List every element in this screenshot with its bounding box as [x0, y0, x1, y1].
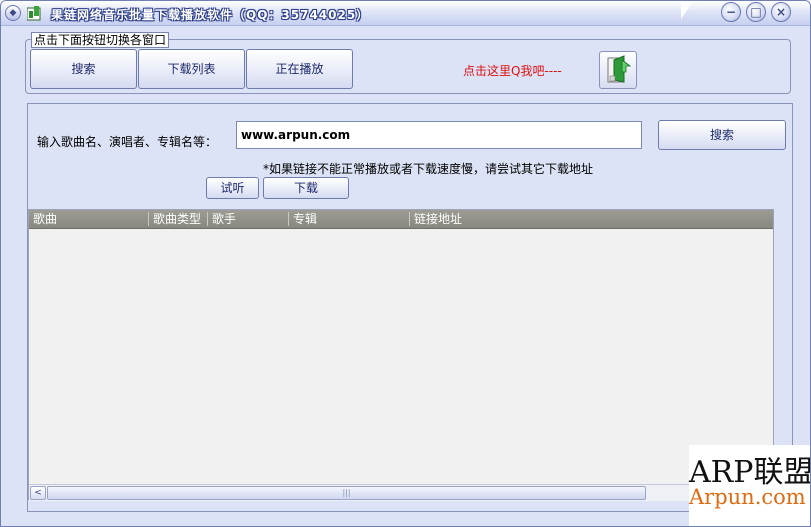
watermark: ARP联盟 Arpun.com	[689, 445, 810, 526]
column-separator[interactable]	[207, 212, 208, 226]
column-separator[interactable]	[148, 212, 149, 226]
tab-search-button[interactable]: 搜索	[30, 49, 137, 89]
horizontal-scrollbar[interactable]: < ||| >	[29, 484, 773, 501]
column-header-type[interactable]: 歌曲类型	[153, 211, 201, 227]
download-hint: *如果链接不能正常播放或者下载速度慢，请尝试其它下载地址	[263, 162, 594, 176]
column-separator[interactable]	[409, 212, 410, 226]
column-header-link[interactable]: 链接地址	[414, 211, 462, 227]
nav-group-caption: 点击下面按钮切换各窗口	[31, 32, 170, 48]
column-separator[interactable]	[288, 212, 289, 226]
results-table[interactable]: 歌曲 歌曲类型 歌手 专辑 链接地址 < ||| >	[28, 209, 774, 501]
title-notch	[681, 1, 693, 19]
system-menu-icon[interactable]: ◆	[5, 5, 21, 21]
maximize-button[interactable]: □	[746, 2, 766, 22]
tab-download-list-button[interactable]: 下载列表	[138, 49, 245, 89]
app-icon	[27, 6, 41, 21]
minimize-button[interactable]: −	[721, 2, 741, 22]
search-label: 输入歌曲名、演唱者、专辑名等：	[37, 135, 218, 149]
watermark-line2: Arpun.com	[689, 485, 806, 509]
window-title: 果链网络音乐批量下载播放软件（QQ：35744025）	[51, 8, 370, 22]
qq-chat-icon[interactable]	[599, 51, 637, 89]
column-header-song[interactable]: 歌曲	[33, 211, 57, 227]
title-bar[interactable]: ◆ 果链网络音乐批量下载播放软件（QQ：35744025） − □ ×	[1, 1, 810, 26]
column-header-album[interactable]: 专辑	[293, 211, 317, 227]
listen-button[interactable]: 试听	[206, 177, 259, 199]
app-window: ◆ 果链网络音乐批量下载播放软件（QQ：35744025） − □ × 点击下面…	[0, 0, 811, 527]
scrollbar-thumb[interactable]: |||	[47, 486, 646, 500]
column-header-artist[interactable]: 歌手	[212, 211, 236, 227]
table-header: 歌曲 歌曲类型 歌手 专辑 链接地址	[29, 210, 773, 229]
search-input[interactable]	[236, 121, 642, 149]
tab-now-playing-button[interactable]: 正在播放	[246, 49, 353, 89]
qq-contact-link[interactable]: 点击这里Q我吧----	[463, 62, 562, 79]
scroll-left-arrow[interactable]: <	[30, 486, 46, 500]
download-button[interactable]: 下载	[263, 177, 349, 199]
search-submit-button[interactable]: 搜索	[658, 120, 786, 150]
close-button[interactable]: ×	[771, 2, 791, 22]
door-arrow-icon	[607, 55, 632, 83]
